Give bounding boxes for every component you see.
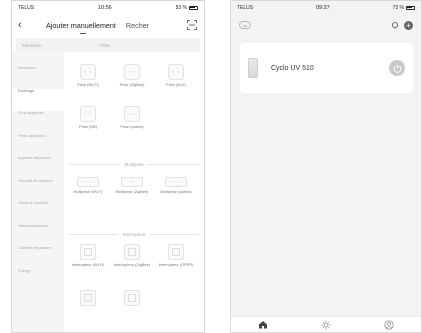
sidebar-category[interactable]: Eclairage: [12, 88, 64, 111]
socket-icon: " ": [124, 106, 140, 122]
top-bar: ‹ Ajouter manuellement Recher: [12, 14, 204, 36]
sidebar-category[interactable]: Electricien: [12, 65, 64, 89]
section-title: Multiprise: [124, 162, 144, 167]
device-label: Prise (Wi-Fi): [77, 82, 99, 87]
category-header-row: Electricien Prise: [16, 38, 200, 52]
socket-icon: " ": [80, 64, 96, 80]
power-strip-icon: ·: ::: [165, 177, 187, 187]
device-label: Prise (autres): [120, 124, 144, 129]
sidebar-category[interactable]: Sécurité et capteurs: [12, 178, 64, 202]
content-area: Electricien Eclairage Gros appareils... Pet…: [12, 52, 204, 332]
power-button[interactable]: [389, 60, 405, 76]
home-selector-icon[interactable]: oo: [239, 21, 251, 29]
device-strip-wifi[interactable]: ·: :: Multiprise (Wi-Fi): [68, 174, 108, 195]
device-socket-nb[interactable]: " " Prise (NB): [68, 106, 108, 130]
sidebar-category[interactable]: Appareil électromé...: [12, 155, 64, 179]
device-switch-gprs[interactable]: Interrupteur (GPRS): [156, 244, 196, 268]
tab-add-manually[interactable]: Ajouter manuellement: [46, 20, 116, 34]
battery-text: 53 %: [175, 4, 187, 11]
power-strip-icon: ·: ::: [121, 177, 143, 187]
device-switch-zigbee[interactable]: Interrupteur (ZigBee): [112, 244, 152, 268]
battery-icon: [188, 5, 198, 10]
add-device-screen: TELUS 10:56 53 % ‹ Ajouter manuellement …: [11, 0, 205, 333]
battery-text: 73 %: [392, 4, 404, 11]
carrier-text: TELUS: [18, 4, 35, 11]
device-socket-wifi[interactable]: " " Prise (Wi-Fi): [68, 64, 108, 88]
device-socket-other[interactable]: " " Prise (autres): [112, 106, 152, 130]
scan-icon[interactable]: [187, 20, 197, 30]
voice-icon[interactable]: [391, 21, 399, 29]
device-strip-other[interactable]: ·: :: Multiprise (autres): [156, 174, 196, 195]
bottom-nav: [231, 316, 421, 332]
switch-icon: [124, 244, 140, 260]
category-sidebar: Electricien Eclairage Gros appareils... Pet…: [12, 52, 64, 332]
device-socket-ble[interactable]: " " Prise (BLE): [156, 64, 196, 88]
sidebar-category[interactable]: Contrôle de passer...: [12, 245, 64, 269]
sidebar-category[interactable]: Santé et exercice: [12, 200, 64, 224]
home-screen: TELUS 09:27 73 % oo + Cyclo UV 510: [230, 0, 422, 333]
back-arrow-icon[interactable]: ‹: [18, 19, 32, 31]
device-thumbnail: [248, 58, 258, 78]
device-label: Multiprise (ZigBee): [115, 189, 149, 194]
device-label: Interrupteur (Wi-Fi): [71, 262, 105, 267]
clock-text: 09:27: [315, 4, 330, 11]
device-label: Prise (NB): [79, 124, 97, 129]
sidebar-category[interactable]: Gros appareils...: [12, 110, 64, 134]
add-device-icon[interactable]: +: [404, 20, 413, 30]
home-icon: [258, 321, 267, 329]
section-header-strips: Multiprise: [64, 162, 204, 167]
switch-icon: [80, 244, 96, 260]
sidebar-category[interactable]: Energy: [12, 268, 64, 292]
device-switch-more[interactable]: [112, 290, 152, 306]
switch-icon: [168, 244, 184, 260]
sidebar-category[interactable]: Vidéosurveillance: [12, 223, 64, 247]
sun-icon: [321, 320, 331, 329]
device-socket-zigbee[interactable]: " " Prise (ZigBee): [112, 64, 152, 88]
home-tab[interactable]: [256, 320, 270, 330]
device-card[interactable]: Cyclo UV 510: [240, 43, 413, 93]
power-icon: [393, 64, 401, 73]
device-label: Prise (BLE): [166, 82, 186, 87]
section-header-switches: Interrupteur: [64, 232, 204, 237]
device-grid: " " Prise (Wi-Fi) " " Prise (ZigBee) " "…: [64, 52, 204, 332]
status-right: 73 %: [393, 5, 415, 11]
socket-icon: " ": [168, 64, 184, 80]
device-label: Multiprise (Wi-Fi): [73, 189, 103, 194]
profile-tab[interactable]: [382, 319, 396, 330]
device-strip-zigbee[interactable]: ·: :: Multiprise (ZigBee): [112, 174, 152, 195]
scene-tab[interactable]: [319, 320, 333, 330]
status-right: 53 %: [176, 5, 198, 11]
device-label: Interrupteur (ZigBee): [113, 262, 151, 267]
profile-icon: [384, 319, 394, 330]
switch-icon: [80, 290, 96, 306]
toolbar-actions: +: [391, 20, 413, 30]
battery-icon: [405, 5, 415, 10]
switch-icon: [124, 290, 140, 306]
add-tabs: Ajouter manuellement Recher: [46, 20, 149, 34]
clock-text: 10:56: [97, 4, 112, 11]
status-bar: TELUS 09:27 73 %: [231, 1, 421, 14]
socket-icon: " ": [80, 106, 96, 122]
socket-icon: " ": [124, 64, 140, 80]
tab-add-manually-label: Ajouter manuellement: [46, 20, 116, 30]
tab-search[interactable]: Recher: [126, 21, 149, 30]
category-title: Prise: [100, 42, 110, 48]
section-title: Interrupteur: [122, 232, 146, 237]
device-switch-more[interactable]: [68, 290, 108, 306]
device-switch-wifi[interactable]: Interrupteur (Wi-Fi): [68, 244, 108, 268]
tab-indicator: [79, 32, 86, 34]
home-toolbar: oo +: [231, 14, 421, 36]
device-name: Cyclo UV 510: [271, 64, 314, 72]
sidebar-category[interactable]: Petits appareils...: [12, 133, 64, 157]
power-strip-icon: ·: ::: [77, 177, 99, 187]
device-label: Prise (ZigBee): [119, 82, 145, 87]
device-label: Multiprise (autres): [160, 189, 192, 194]
category-placeholder: Electricien: [22, 42, 42, 48]
carrier-text: TELUS: [237, 4, 254, 11]
device-label: Interrupteur (GPRS): [158, 262, 194, 267]
status-bar: TELUS 10:56 53 %: [12, 1, 204, 14]
